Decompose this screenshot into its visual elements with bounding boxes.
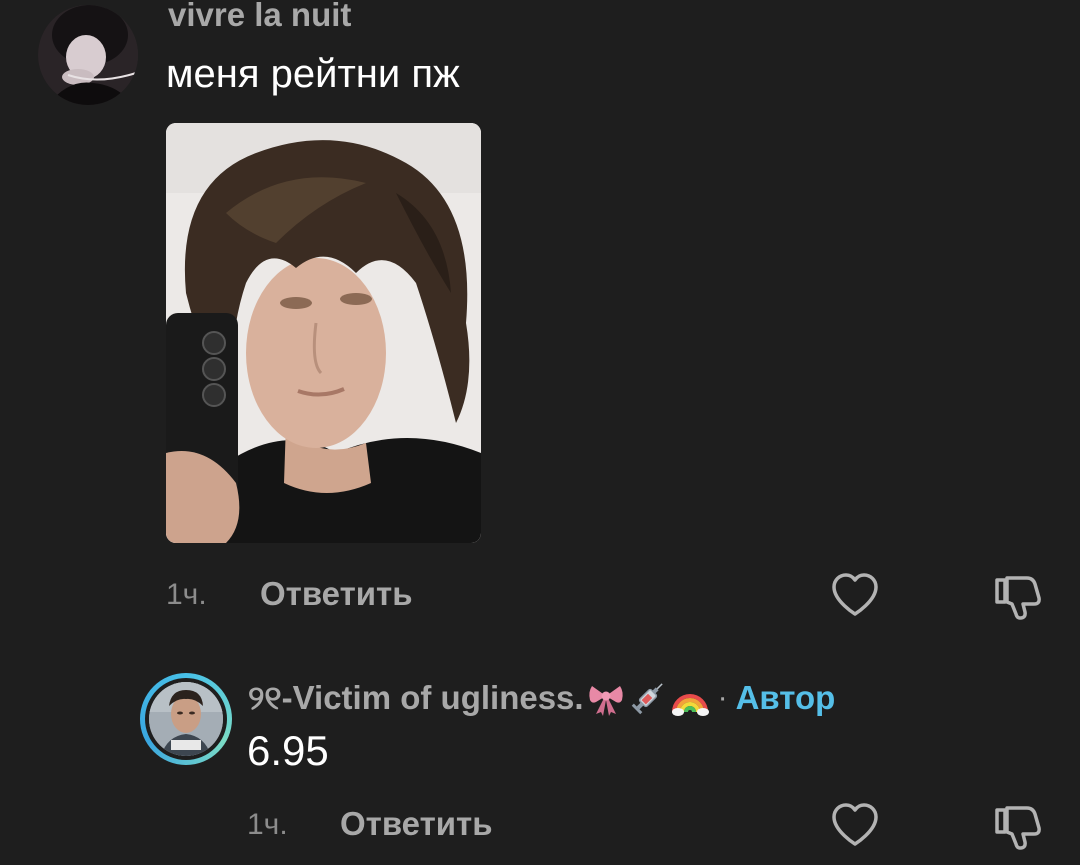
comment-text: меня рейтни пж: [166, 52, 460, 96]
reply-button[interactable]: Ответить: [340, 805, 493, 843]
comments-screen: vivre la nuit меня рейтни пж 1ч. Ответит…: [0, 0, 1080, 865]
attached-photo[interactable]: [166, 123, 481, 543]
avatar-ring-gap: [145, 678, 227, 760]
reply-button[interactable]: Ответить: [260, 575, 413, 613]
user-avatar[interactable]: [38, 5, 138, 105]
author-name-row: ୨୧-Victim of ugliness. · Автор: [248, 676, 835, 720]
comment-username[interactable]: vivre la nuit: [168, 0, 351, 34]
ribbon-emoji: [586, 678, 626, 718]
author-avatar[interactable]: [140, 673, 232, 765]
avatar-image: [38, 5, 138, 105]
photo-image: [166, 123, 481, 543]
heart-icon[interactable]: [830, 800, 880, 850]
comment-time: 1ч.: [166, 578, 207, 611]
syringe-emoji: [628, 678, 668, 718]
author-avatar-image: [149, 682, 223, 756]
separator-dot: ·: [717, 681, 728, 714]
author-badge: Автор: [735, 679, 836, 716]
comment-time: 1ч.: [247, 808, 288, 841]
comment-text: 6.95: [247, 727, 329, 774]
thumbs-down-icon[interactable]: [993, 802, 1043, 852]
heart-icon[interactable]: [830, 570, 880, 620]
rainbow-emoji: [670, 678, 710, 718]
thumbs-down-icon[interactable]: [993, 572, 1043, 622]
comment-username[interactable]: ୨୧-Victim of ugliness.: [248, 679, 584, 718]
